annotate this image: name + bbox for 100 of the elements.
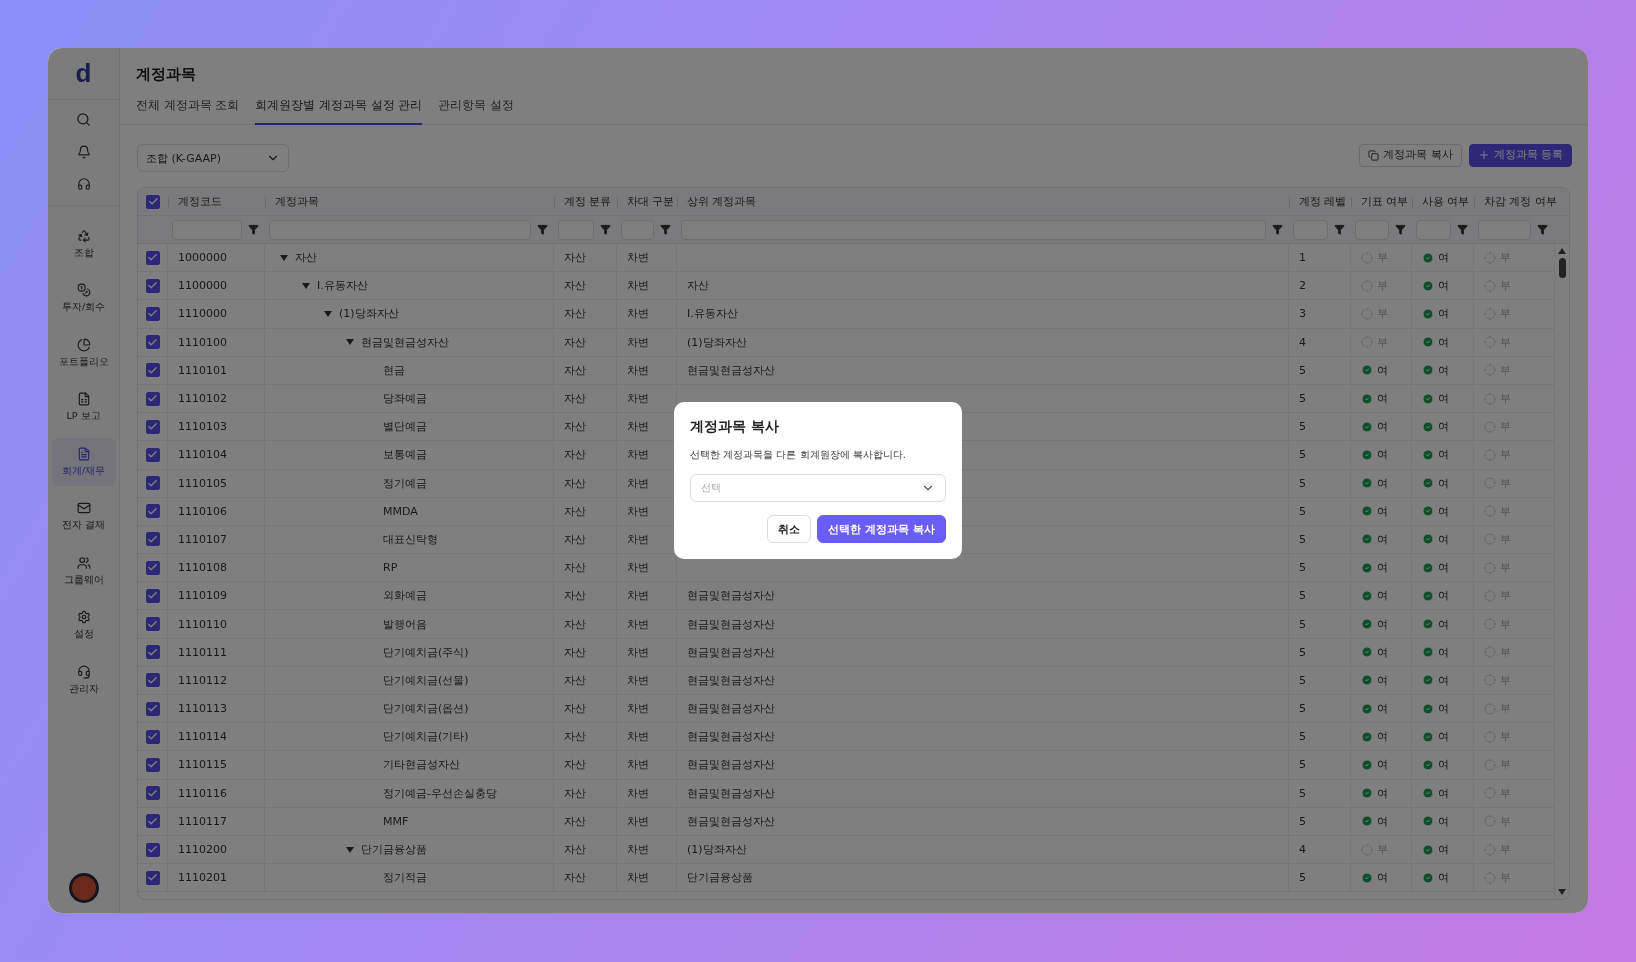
check-circle-icon <box>1422 364 1434 377</box>
row-checkbox[interactable] <box>145 673 160 688</box>
check-circle-icon <box>1422 307 1434 320</box>
check-circle-icon <box>1361 364 1373 377</box>
filter-icon[interactable] <box>248 224 259 235</box>
ledger-select[interactable]: 선택 <box>690 474 946 502</box>
table-cell: (1)당좌자산 <box>677 835 1289 864</box>
sidebar-item[interactable]: 조합 <box>51 220 116 268</box>
table-cell: 1110115 <box>168 751 265 779</box>
status-label: 여 <box>1422 531 1449 547</box>
filter-icon[interactable] <box>600 224 611 235</box>
dashed-circle-icon <box>1484 758 1496 771</box>
table-cell: 1110201 <box>168 864 265 892</box>
filter-icon[interactable] <box>1272 224 1283 235</box>
sidebar-item[interactable]: 관리자 <box>51 656 116 704</box>
table-cell: 자산 <box>554 413 617 441</box>
check-circle-icon <box>1422 533 1434 546</box>
copy-button[interactable]: 계정과목 복사 <box>1359 143 1462 167</box>
dialog-title: 계정과목 복사 <box>690 418 780 436</box>
tab[interactable]: 전체 계정과목 조회 <box>136 94 240 125</box>
table-cell: 3 <box>1289 300 1351 328</box>
table-cell: 차변 <box>617 638 677 666</box>
caret-icon[interactable] <box>280 254 288 261</box>
row-checkbox[interactable] <box>145 306 160 321</box>
row-checkbox[interactable] <box>145 814 160 829</box>
account-name: 정기적금 <box>383 870 427 886</box>
row-checkbox[interactable] <box>145 560 160 575</box>
row-checkbox[interactable] <box>145 250 160 265</box>
dashed-circle-icon <box>1484 251 1496 264</box>
copy-button[interactable]: 선택한 계정과목 복사 <box>817 515 946 543</box>
row-checkbox[interactable] <box>145 335 160 350</box>
app-logo[interactable]: d <box>48 48 119 100</box>
headphones-icon[interactable] <box>76 177 91 191</box>
caret-icon[interactable] <box>302 282 310 289</box>
ledger-select[interactable]: 조합 (K-GAAP) <box>137 144 289 172</box>
add-button[interactable]: 계정과목 등록 <box>1468 143 1572 167</box>
tab[interactable]: 회계원장별 계정과목 설정 관리 <box>255 94 423 125</box>
row-checkbox[interactable] <box>145 757 160 772</box>
table-cell: 5 <box>1289 413 1351 441</box>
row-checkbox[interactable] <box>145 645 160 660</box>
tab[interactable]: 관리항목 설정 <box>438 94 514 125</box>
sidebar-item[interactable]: LP 보고 <box>51 383 116 432</box>
check-circle-icon <box>1361 674 1373 687</box>
sidebar-item[interactable]: 그룹웨어 <box>51 547 116 595</box>
check-circle-icon <box>1422 758 1434 771</box>
dashed-circle-icon <box>1361 336 1373 349</box>
select-all-checkbox[interactable] <box>146 194 160 209</box>
filter-icon[interactable] <box>1334 224 1345 235</box>
scroll-up-icon[interactable] <box>1558 248 1566 254</box>
status-label: 여 <box>1422 306 1449 322</box>
row-checkbox[interactable] <box>145 476 160 491</box>
row-checkbox[interactable] <box>145 532 160 547</box>
filter-icon[interactable] <box>660 224 671 235</box>
row-checkbox[interactable] <box>145 786 160 801</box>
cancel-button[interactable]: 취소 <box>767 515 812 543</box>
table-cell: 차변 <box>617 610 677 638</box>
row-checkbox[interactable] <box>145 278 160 293</box>
status-label: 여 <box>1422 278 1449 294</box>
table-cell: 1100000 <box>168 272 265 300</box>
sidebar-item[interactable]: 회계/재무 <box>51 438 116 486</box>
dashed-circle-icon <box>1361 307 1373 320</box>
settings-icon <box>76 610 91 624</box>
row-checkbox[interactable] <box>145 588 160 603</box>
caret-icon[interactable] <box>346 339 354 346</box>
sidebar-item[interactable]: 포트폴리오 <box>51 329 116 377</box>
row-checkbox[interactable] <box>145 729 160 744</box>
check-circle-icon <box>1422 871 1434 884</box>
scroll-down-icon[interactable] <box>1558 889 1566 895</box>
row-checkbox[interactable] <box>145 419 160 434</box>
dashed-circle-icon <box>1484 674 1496 687</box>
caret-icon[interactable] <box>346 846 354 853</box>
filter-icon[interactable] <box>1537 224 1548 235</box>
table-cell: 1110104 <box>168 441 265 469</box>
check-circle-icon <box>1422 674 1434 687</box>
row-checkbox[interactable] <box>145 842 160 857</box>
table-cell: 1110116 <box>168 779 265 807</box>
search-icon[interactable] <box>76 112 91 127</box>
row-checkbox[interactable] <box>145 363 160 378</box>
account-name: 단기금융상품 <box>361 842 427 858</box>
sidebar-item[interactable]: 전자 결재 <box>51 492 116 541</box>
bell-icon[interactable] <box>76 145 91 159</box>
dashed-circle-icon <box>1484 702 1496 715</box>
caret-icon[interactable] <box>324 310 332 317</box>
table-cell: 차변 <box>617 328 677 356</box>
table-cell: 2 <box>1289 272 1351 300</box>
row-checkbox[interactable] <box>145 701 160 716</box>
row-checkbox[interactable] <box>145 391 160 406</box>
user-avatar[interactable] <box>68 873 99 903</box>
row-checkbox[interactable] <box>145 617 160 632</box>
table-cell: 5 <box>1289 497 1351 525</box>
row-checkbox[interactable] <box>145 504 160 519</box>
sidebar-item[interactable]: 설정 <box>51 601 116 650</box>
sidebar-item[interactable]: 투자/회수 <box>51 274 116 323</box>
row-checkbox[interactable] <box>145 870 160 885</box>
row-checkbox[interactable] <box>145 447 160 462</box>
filter-icon[interactable] <box>1395 224 1406 235</box>
scroll-thumb[interactable] <box>1558 258 1566 278</box>
filter-icon[interactable] <box>1457 224 1468 235</box>
filter-icon[interactable] <box>537 224 548 235</box>
check-circle-icon <box>1422 505 1434 518</box>
